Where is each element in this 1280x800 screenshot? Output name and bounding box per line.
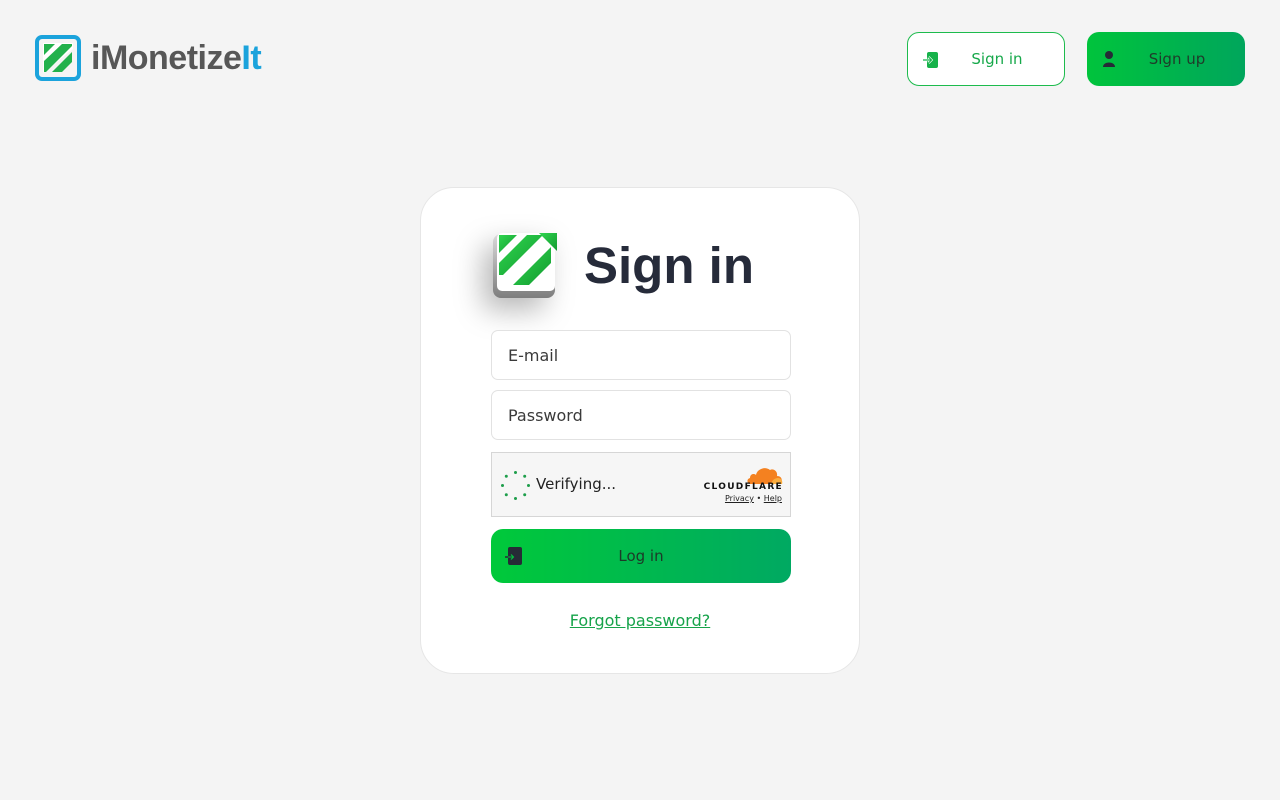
- user-icon: [1103, 51, 1115, 67]
- login-icon: [923, 52, 938, 68]
- cloudflare-brand: CLOUDFLARE: [703, 482, 783, 492]
- captcha-privacy-link[interactable]: Privacy: [725, 494, 754, 503]
- loading-spinner-icon: [501, 471, 530, 500]
- forgot-password-container: Forgot password?: [421, 611, 859, 630]
- header-signup-button[interactable]: Sign up: [1087, 32, 1245, 86]
- signin-card: Sign in Verifying... CLOUDFLARE Privacy …: [420, 187, 860, 674]
- email-field[interactable]: [491, 330, 791, 380]
- captcha-links: Privacy • Help: [725, 494, 782, 503]
- page-title: Sign in: [584, 237, 754, 294]
- cloudflare-turnstile-widget[interactable]: Verifying... CLOUDFLARE Privacy • Help: [491, 452, 791, 517]
- imonetizeit-3d-logo-icon: [493, 233, 557, 298]
- captcha-status: Verifying...: [536, 475, 617, 493]
- captcha-help-link[interactable]: Help: [764, 494, 782, 503]
- login-button[interactable]: Log in: [491, 529, 791, 583]
- site-logo[interactable]: iMonetizeIt: [35, 35, 262, 81]
- forgot-password-link[interactable]: Forgot password?: [570, 611, 710, 630]
- imonetizeit-logo-icon: [35, 35, 81, 81]
- captcha-separator: •: [756, 494, 762, 503]
- header-signin-button[interactable]: Sign in: [907, 32, 1065, 86]
- password-field[interactable]: [491, 390, 791, 440]
- login-button-label: Log in: [618, 547, 664, 565]
- login-door-icon: [505, 547, 522, 565]
- logo-text: iMonetizeIt: [91, 39, 262, 77]
